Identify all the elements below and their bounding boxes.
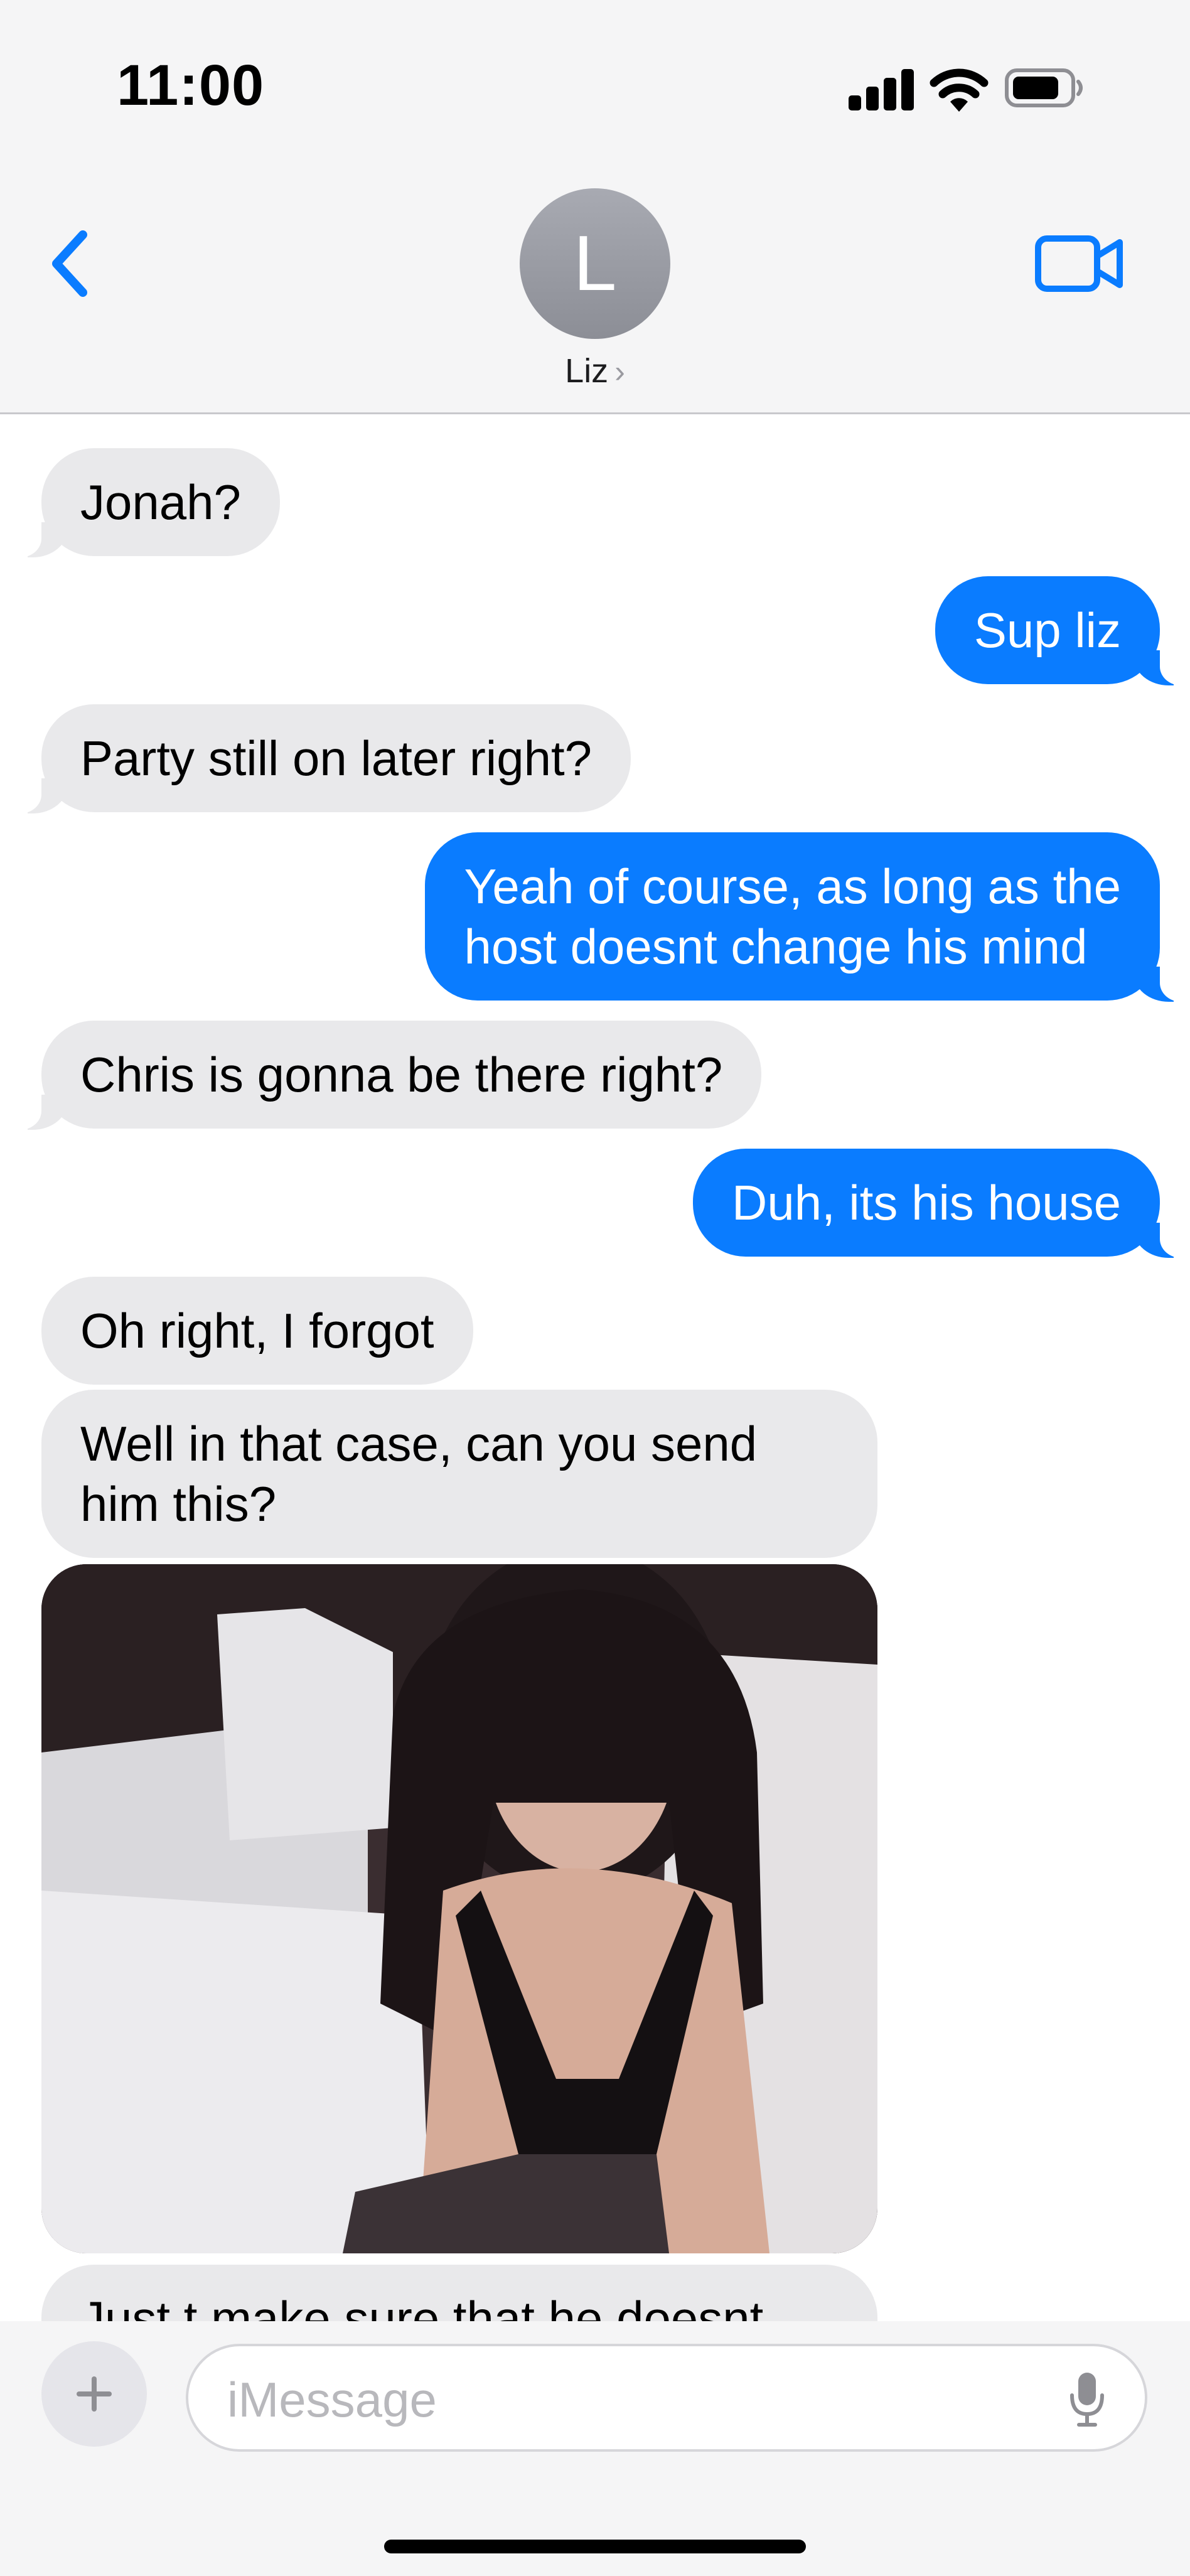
- battery-icon: [1005, 68, 1083, 107]
- sent-message-bubble[interactable]: Sup liz: [935, 576, 1190, 685]
- message-text: Duh, its his house: [731, 1175, 1121, 1230]
- message-text-line: him this?: [80, 1476, 277, 1532]
- home-indicator[interactable]: [384, 2540, 806, 2553]
- contact-name-button[interactable]: Liz ›: [0, 352, 1190, 390]
- received-message-bubble[interactable]: Oh right, I forgot: [41, 1277, 473, 1385]
- contact-name: Liz: [565, 352, 609, 390]
- received-message-bubble[interactable]: Chris is gonna be there right?: [8, 1021, 762, 1130]
- message-composer: + iMessage: [0, 2321, 1190, 2576]
- photo-placeholder: [41, 1564, 877, 2253]
- message-text-line: Yeah of course, as long as the: [464, 859, 1121, 914]
- image-attachment[interactable]: [41, 1564, 877, 2253]
- message-text: Sup liz: [973, 603, 1121, 658]
- input-placeholder: iMessage: [227, 2372, 437, 2427]
- sent-message-bubble[interactable]: Duh, its his house: [692, 1149, 1190, 1258]
- back-chevron-icon[interactable]: [44, 226, 100, 301]
- microphone-icon[interactable]: [1069, 2370, 1105, 2429]
- contact-avatar[interactable]: L: [520, 188, 670, 339]
- message-text: Just t make sure that he doesnt: [80, 2291, 764, 2321]
- message-text-line: host doesnt change his mind: [464, 919, 1088, 974]
- message-text: Party still on later right?: [80, 731, 592, 786]
- message-list[interactable]: Jonah? Sup liz Party still on later righ…: [0, 414, 1190, 2321]
- message-text: Oh right, I forgot: [80, 1303, 434, 1358]
- received-message-bubble[interactable]: Party still on later right?: [8, 704, 631, 813]
- wifi-icon: [930, 68, 989, 112]
- message-text-line: Well in that case, can you send: [80, 1416, 758, 1471]
- cellular-signal-icon: [849, 69, 914, 110]
- conversation-header: 11:00 L Liz ›: [0, 0, 1190, 414]
- add-attachment-button[interactable]: +: [41, 2341, 147, 2447]
- imessage-input[interactable]: iMessage: [186, 2344, 1147, 2452]
- received-message-bubble[interactable]: Jonah?: [9, 448, 280, 557]
- sent-message-bubble[interactable]: Yeah of course, as long as the host does…: [425, 832, 1190, 1002]
- message-text: Jonah?: [80, 475, 241, 530]
- chevron-right-icon: ›: [614, 354, 625, 389]
- facetime-video-icon[interactable]: [1034, 231, 1125, 296]
- received-message-bubble[interactable]: Well in that case, can you send him this…: [41, 1390, 877, 1558]
- message-text: Chris is gonna be there right?: [80, 1047, 723, 1102]
- plus-icon: [77, 2376, 112, 2412]
- received-message-bubble[interactable]: Just t make sure that he doesnt: [41, 2265, 877, 2321]
- status-time: 11:00: [117, 53, 265, 117]
